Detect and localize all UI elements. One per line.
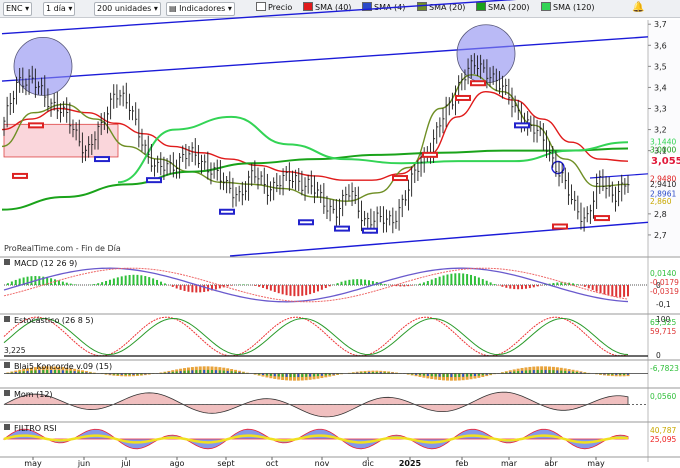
x-tick-label: jun bbox=[77, 459, 90, 468]
x-axis: may jun jul ago sept oct nov dic 2025 feb mar abr ma… bbox=[0, 456, 680, 468]
swing-marker bbox=[146, 177, 162, 184]
rsi-area bbox=[2, 428, 629, 450]
price-panel: 2,72,83,13,23,33,43,53,63,73,0553,14403,… bbox=[1, 0, 680, 462]
swing-marker bbox=[12, 172, 28, 179]
trend-line-upper bbox=[1, 36, 649, 82]
panel-title: Mom (12) bbox=[14, 390, 53, 399]
chart-canvas: 2,72,83,13,23,33,43,53,63,73,0553,14403,… bbox=[0, 0, 680, 468]
indicator-panels: MACD (12 26 9) 0 -0,1 0,0140-0,0179-0,0319 3… bbox=[0, 256, 680, 450]
price-label: 2,9410 bbox=[650, 180, 676, 189]
panel-tick-label: -0,1 bbox=[656, 300, 671, 309]
panel-title: MACD (12 26 9) bbox=[14, 259, 77, 268]
x-tick-label: oct bbox=[266, 459, 278, 468]
panel-title: Blai5 Koncorde v.09 (15) bbox=[14, 362, 112, 371]
swing-marker bbox=[28, 122, 44, 129]
x-tick-label: feb bbox=[456, 459, 469, 468]
panel-value-label: -0,0319 bbox=[650, 287, 679, 296]
swing-marker bbox=[455, 94, 471, 101]
x-tick-label: may bbox=[24, 459, 42, 468]
price-tick-label: 3,5 bbox=[654, 62, 667, 71]
swing-marker bbox=[470, 80, 486, 87]
price-label: 2,860 bbox=[650, 197, 672, 206]
panel-value-label: 0,0140 bbox=[650, 269, 676, 278]
x-tick-label: abr bbox=[544, 459, 558, 468]
x-tick-label: dic bbox=[362, 459, 374, 468]
swing-marker bbox=[552, 223, 568, 230]
swing-marker bbox=[334, 225, 350, 232]
price-tick-label: 3,2 bbox=[654, 126, 667, 135]
swing-marker bbox=[94, 156, 110, 163]
x-tick-label: nov bbox=[315, 459, 330, 468]
panel-value-label: 0,0560 bbox=[650, 392, 676, 401]
panel-menu-icon bbox=[4, 424, 10, 430]
x-tick-label: mar bbox=[501, 459, 518, 468]
panel-menu-icon bbox=[4, 362, 10, 368]
highlight-circle bbox=[456, 24, 516, 84]
stoch-d-line bbox=[3, 317, 629, 356]
price-tick-label: 3,4 bbox=[654, 83, 667, 92]
price-tick-label: 2,7 bbox=[654, 231, 667, 240]
panel-value-label: 40,787 bbox=[650, 426, 676, 435]
price-tick-label: 3,7 bbox=[654, 20, 667, 29]
panel-value-label: -6,7823 bbox=[650, 364, 679, 373]
panel-menu-icon bbox=[4, 390, 10, 396]
panel-tick-label: 0 bbox=[656, 351, 661, 360]
current-price-label: 3,055 bbox=[651, 156, 680, 167]
panel-menu-icon bbox=[4, 259, 10, 265]
stoch-k-line bbox=[3, 316, 629, 357]
trend-line-short bbox=[589, 173, 649, 179]
swing-marker bbox=[392, 175, 408, 182]
panel-value-label: -0,0179 bbox=[650, 278, 679, 287]
swing-marker bbox=[594, 215, 610, 222]
panel-value-label: 59,715 bbox=[650, 327, 676, 336]
x-tick-label: may bbox=[587, 459, 605, 468]
trend-line-lower bbox=[229, 221, 649, 257]
x-tick-label: jul bbox=[120, 459, 131, 468]
price-label: 3,0000 bbox=[650, 146, 676, 155]
price-tick-label: 3,3 bbox=[654, 105, 667, 114]
panel-title: FILTRO RSI bbox=[14, 424, 57, 433]
price-tick-label: 2,8 bbox=[654, 210, 667, 219]
trend-line-upper-2 bbox=[1, 0, 517, 35]
panel-title: Estocástico (26 8 5) bbox=[14, 316, 94, 325]
swing-marker bbox=[298, 219, 314, 226]
swing-marker bbox=[219, 208, 235, 215]
panel-menu-icon bbox=[4, 316, 10, 322]
source-label: ProRealTime.com - Fin de Día bbox=[4, 244, 121, 253]
panel-value-label: 65,325 bbox=[650, 318, 676, 327]
swing-marker bbox=[362, 227, 378, 234]
x-tick-label: 2025 bbox=[399, 459, 422, 468]
swing-marker bbox=[422, 151, 438, 158]
stoch-side-label: 3,225 bbox=[4, 346, 26, 355]
x-tick-label: ago bbox=[170, 459, 185, 468]
panel-value-label: 25,095 bbox=[650, 435, 676, 444]
swing-marker bbox=[514, 122, 530, 129]
price-tick-label: 3,6 bbox=[654, 41, 667, 50]
x-tick-label: sept bbox=[217, 459, 234, 468]
